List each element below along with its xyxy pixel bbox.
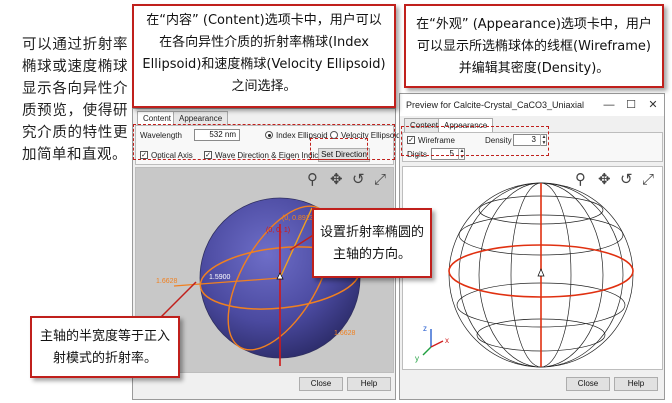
right-close-button[interactable]: Close	[566, 377, 610, 391]
digits-spinner[interactable]: ▲ ▼	[458, 148, 465, 160]
gizmo-x	[430, 340, 444, 348]
pan-icon[interactable]: ✥	[330, 172, 343, 187]
left-content-panel: Wavelength 532 nm Index Ellipsoid Veloci…	[135, 125, 401, 165]
density-label: Density	[485, 136, 512, 145]
right-appearance-panel: ✓ Wireframe Density 3 ▲ ▼ Digits 5 ▲ ▼	[402, 132, 663, 162]
pan-icon[interactable]: ✥	[598, 172, 611, 187]
zoom-icon[interactable]: ⚲	[575, 172, 586, 187]
fit-view-icon[interactable]: ⤢	[642, 172, 654, 187]
left-tab-bar: Content Appearance	[137, 111, 257, 126]
right-window-title: Preview for Calcite-Crystal_CaCO3_Uniaxi…	[406, 100, 585, 110]
wire-center-marker	[537, 268, 545, 277]
right-title-bar: Preview for Calcite-Crystal_CaCO3_Uniaxi…	[400, 94, 664, 116]
wavelength-input[interactable]: 532 nm	[194, 129, 240, 141]
rotate-icon[interactable]: ↺	[352, 172, 365, 187]
bottom-value-label: 1.6628	[334, 330, 356, 337]
gizmo-y-label: y	[415, 354, 419, 363]
left-help-button[interactable]: Help	[347, 377, 391, 391]
density-spinner[interactable]: ▲ ▼	[540, 134, 547, 146]
gizmo-z-label: z	[423, 324, 427, 333]
optical-axis-checkbox[interactable]: ✓	[140, 151, 148, 159]
velocity-ellipsoid-radio[interactable]	[330, 131, 338, 139]
maximize-icon[interactable]: ☐	[620, 94, 642, 116]
close-window-icon[interactable]: ✕	[642, 94, 664, 116]
gizmo-y	[422, 346, 432, 356]
index-ellipsoid-label: Index Ellipsoid	[276, 131, 328, 140]
wave-direction-label: Wave Direction & Eigen Indices	[215, 151, 327, 160]
callout-set-direction: 设置折射率椭圆的主轴的方向。	[312, 208, 432, 278]
gizmo-x-label: x	[445, 336, 449, 345]
left-value-label: 1.6628	[156, 278, 178, 285]
zoom-icon[interactable]: ⚲	[307, 172, 318, 187]
wireframe-graphic: z x y	[415, 182, 634, 368]
right-tab-bar: Content Appearance	[404, 118, 524, 133]
fit-view-icon[interactable]: ⤢	[374, 172, 386, 187]
left-close-button[interactable]: Close	[299, 377, 343, 391]
callout-content-tab: 在“内容” (Content)选项卡中，用户可以在各向异性介质的折射率椭球(In…	[132, 4, 396, 108]
wavelength-label: Wavelength	[140, 131, 182, 140]
minimize-icon[interactable]: —	[598, 94, 620, 116]
intro-text: 可以通过折射率椭球或速度椭球显示各向异性介质预览，使得研究介质的特性更加简单和直…	[22, 37, 128, 163]
set-direction-button[interactable]: Set Direction	[318, 148, 370, 162]
callout-appearance-tab: 在“外观” (Appearance)选项卡中，用户可以显示所选椭球体的线框(Wi…	[404, 4, 664, 88]
wave-direction-checkbox[interactable]: ✓	[204, 151, 212, 159]
rotate-icon[interactable]: ↺	[620, 172, 633, 187]
velocity-ellipsoid-label: Velocity Ellipsoid	[341, 131, 401, 140]
index-ellipsoid-radio[interactable]	[265, 131, 273, 139]
wireframe-label: Wireframe	[418, 136, 455, 145]
optical-axis-label: Optical Axis	[151, 151, 193, 160]
right-help-button[interactable]: Help	[614, 377, 658, 391]
callout-half-width: 主轴的半宽度等于正入射模式的折射率。	[30, 316, 180, 378]
mid-value-label: 1.5900	[209, 274, 231, 281]
wireframe-checkbox[interactable]: ✓	[407, 136, 415, 144]
digits-label: Digits	[407, 150, 428, 159]
tab-appearance[interactable]: Appearance	[438, 118, 494, 133]
tab-appearance[interactable]: Appearance	[173, 111, 229, 125]
axis-label: (0, 0, 1)	[266, 227, 290, 234]
tab-content[interactable]: Content	[137, 111, 178, 126]
